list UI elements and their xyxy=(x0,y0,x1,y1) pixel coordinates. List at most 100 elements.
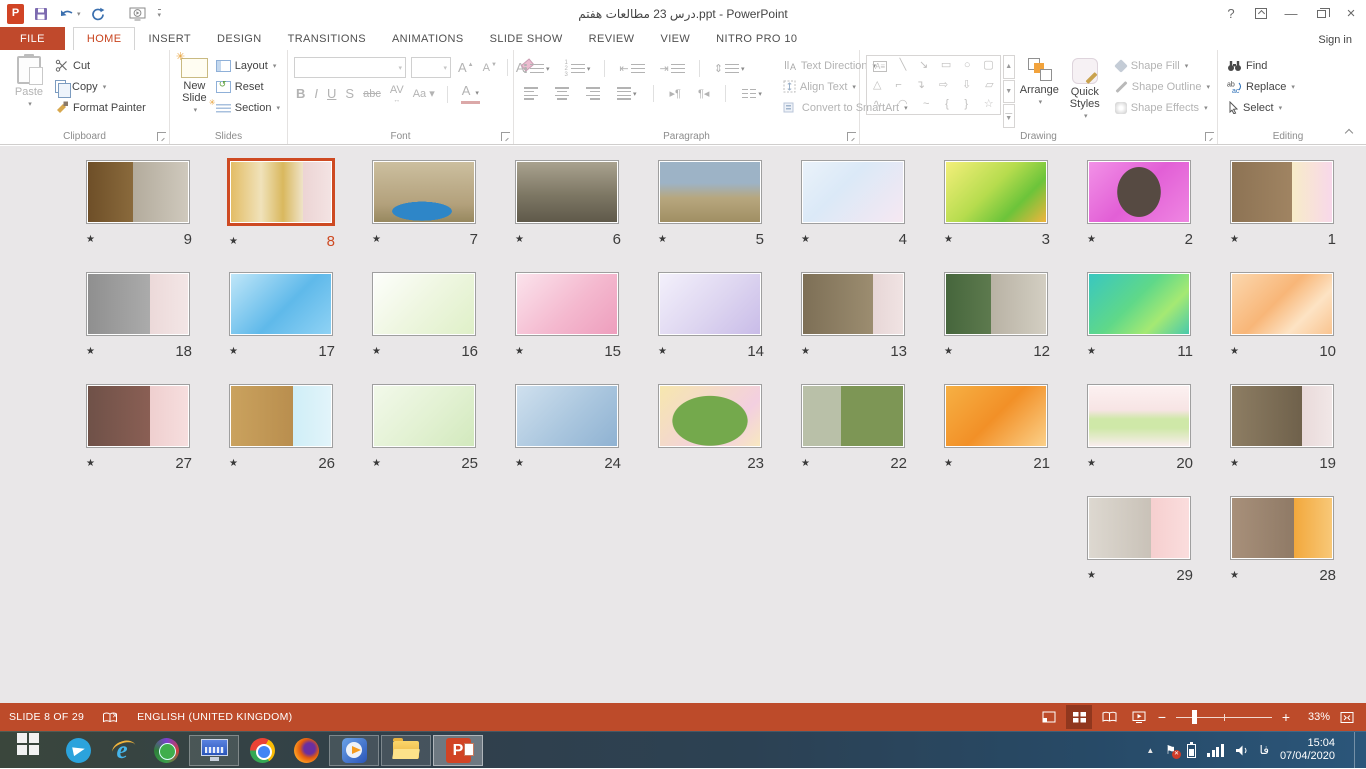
bullets-button[interactable]: ▾ xyxy=(520,58,554,79)
slide-thumbnail-5[interactable] xyxy=(658,160,762,224)
shape-fill-button[interactable]: Shape Fill▾ xyxy=(1112,55,1213,76)
strikethrough-button[interactable]: abc xyxy=(363,87,381,101)
slide-thumbnail-9[interactable] xyxy=(86,160,190,224)
paste-button[interactable]: Paste▾ xyxy=(6,53,52,128)
slide-thumbnail-10[interactable] xyxy=(1230,272,1334,336)
increase-indent-button[interactable]: ⇥ xyxy=(656,58,689,79)
volume-icon[interactable] xyxy=(1235,744,1249,757)
slide-thumbnail-11[interactable] xyxy=(1087,272,1191,336)
taskbar-clock[interactable]: 15:04 07/04/2020 xyxy=(1280,737,1335,764)
align-right-button[interactable] xyxy=(582,83,604,104)
action-center-icon[interactable]: ⚑ xyxy=(1165,744,1176,756)
slide-thumbnail-27[interactable] xyxy=(86,384,190,448)
network-signal-icon[interactable] xyxy=(1207,744,1224,757)
new-slide-button[interactable]: New Slide▾ xyxy=(176,53,213,128)
font-dialog-launcher[interactable] xyxy=(501,132,510,141)
zoom-percentage[interactable]: 33% xyxy=(1296,711,1330,723)
redo-button[interactable] xyxy=(91,4,105,24)
undo-button[interactable]: ▾ xyxy=(58,4,81,24)
taskbar-button-telegram[interactable] xyxy=(57,735,99,766)
close-button[interactable]: × xyxy=(1336,3,1366,25)
slide-thumbnail-2[interactable] xyxy=(1087,160,1191,224)
slide-sorter-view-button[interactable] xyxy=(1066,705,1092,729)
ribbon-display-options-button[interactable] xyxy=(1246,3,1276,25)
shapes-gallery[interactable]: A≡╲↘▭○▢ △⌐↴⇨⇩▱ ∿◠~{}☆ xyxy=(866,55,1001,115)
slide-show-button[interactable] xyxy=(1126,705,1152,729)
font-size-combo[interactable]: ▾ xyxy=(411,57,451,78)
slide-thumbnail-25[interactable] xyxy=(372,384,476,448)
align-left-button[interactable] xyxy=(520,83,542,104)
minimize-button[interactable]: — xyxy=(1276,3,1306,25)
font-name-combo[interactable]: ▾ xyxy=(294,57,406,78)
decrease-font-size-button[interactable]: A▼ xyxy=(481,61,499,75)
taskbar-button-chrome[interactable] xyxy=(241,735,283,766)
cut-button[interactable]: Cut xyxy=(52,55,149,76)
tab-transitions[interactable]: TRANSITIONS xyxy=(275,27,379,50)
format-painter-button[interactable]: Format Painter xyxy=(52,97,149,118)
tab-slide-show[interactable]: SLIDE SHOW xyxy=(477,27,576,50)
select-button[interactable]: Select▾ xyxy=(1224,97,1298,118)
restore-button[interactable] xyxy=(1306,3,1336,25)
slide-thumbnail-17[interactable] xyxy=(229,272,333,336)
tab-animations[interactable]: ANIMATIONS xyxy=(379,27,477,50)
taskbar-button-media-player[interactable] xyxy=(329,735,379,766)
slide-thumbnail-6[interactable] xyxy=(515,160,619,224)
layout-button[interactable]: Layout▾ xyxy=(213,55,283,76)
slide-thumbnail-28[interactable] xyxy=(1230,496,1334,560)
taskbar-button-firefox[interactable] xyxy=(285,735,327,766)
tab-nitro-pro-10[interactable]: NITRO PRO 10 xyxy=(703,27,810,50)
powerpoint-app-icon[interactable]: P xyxy=(7,4,24,24)
slide-thumbnail-26[interactable] xyxy=(229,384,333,448)
align-center-button[interactable] xyxy=(551,83,573,104)
taskbar-button-file-explorer[interactable] xyxy=(381,735,431,766)
tab-insert[interactable]: INSERT xyxy=(135,27,204,50)
sign-in-link[interactable]: Sign in xyxy=(1318,34,1352,46)
font-color-button[interactable]: A ▾ xyxy=(460,84,481,104)
taskbar-button-start[interactable] xyxy=(1,735,55,766)
tab-review[interactable]: REVIEW xyxy=(576,27,648,50)
find-button[interactable]: Find xyxy=(1224,55,1298,76)
shapes-gallery-scrollbar[interactable]: ▲▼—▼ xyxy=(1003,55,1015,128)
left-to-right-button[interactable]: ▸¶ xyxy=(666,83,685,104)
collapse-ribbon-button[interactable] xyxy=(1345,127,1354,136)
slide-thumbnail-14[interactable] xyxy=(658,272,762,336)
drawing-dialog-launcher[interactable] xyxy=(1205,132,1214,141)
zoom-in-button[interactable]: + xyxy=(1280,709,1292,725)
paragraph-dialog-launcher[interactable] xyxy=(847,132,856,141)
slide-thumbnail-24[interactable] xyxy=(515,384,619,448)
slide-thumbnail-23[interactable] xyxy=(658,384,762,448)
copy-button[interactable]: Copy▾ xyxy=(52,76,149,97)
underline-button[interactable]: U xyxy=(327,87,336,101)
numbering-button[interactable]: 123▾ xyxy=(561,58,595,79)
right-to-left-button[interactable]: ¶◂ xyxy=(694,83,713,104)
section-button[interactable]: Section▾ xyxy=(213,97,283,118)
italic-button[interactable]: I xyxy=(314,87,318,101)
shape-outline-button[interactable]: Shape Outline▾ xyxy=(1112,76,1213,97)
zoom-out-button[interactable]: − xyxy=(1156,709,1168,725)
reset-button[interactable]: Reset xyxy=(213,76,283,97)
shape-effects-button[interactable]: Shape Effects▾ xyxy=(1112,97,1213,118)
slide-thumbnail-18[interactable] xyxy=(86,272,190,336)
decrease-indent-button[interactable]: ⇤ xyxy=(615,58,648,79)
text-shadow-button[interactable]: S xyxy=(345,87,354,101)
replace-button[interactable]: abac Replace▾ xyxy=(1224,76,1298,97)
line-spacing-button[interactable]: ⇕▾ xyxy=(710,58,749,79)
columns-button[interactable]: ▾ xyxy=(738,83,766,104)
slide-sorter-canvas[interactable]: ★9★8★7★6★5★4★3★2★1★18★17★16★15★14★13★12★… xyxy=(0,146,1366,703)
slide-thumbnail-8[interactable] xyxy=(227,158,335,226)
normal-view-button[interactable] xyxy=(1036,705,1062,729)
input-language-indicator[interactable]: فا xyxy=(1260,743,1269,757)
reading-view-button[interactable] xyxy=(1096,705,1122,729)
language-indicator[interactable]: ENGLISH (UNITED KINGDOM) xyxy=(137,711,292,723)
slide-thumbnail-16[interactable] xyxy=(372,272,476,336)
battery-icon[interactable] xyxy=(1187,744,1196,758)
taskbar-button-internet-explorer[interactable]: e xyxy=(101,735,143,766)
slide-thumbnail-20[interactable] xyxy=(1087,384,1191,448)
save-button[interactable] xyxy=(34,4,48,24)
slide-thumbnail-15[interactable] xyxy=(515,272,619,336)
change-case-button[interactable]: Aa ▾ xyxy=(413,87,435,101)
zoom-slider[interactable] xyxy=(1176,710,1272,724)
slide-thumbnail-19[interactable] xyxy=(1230,384,1334,448)
slide-thumbnail-13[interactable] xyxy=(801,272,905,336)
arrange-button[interactable]: Arrange▾ xyxy=(1015,53,1064,128)
